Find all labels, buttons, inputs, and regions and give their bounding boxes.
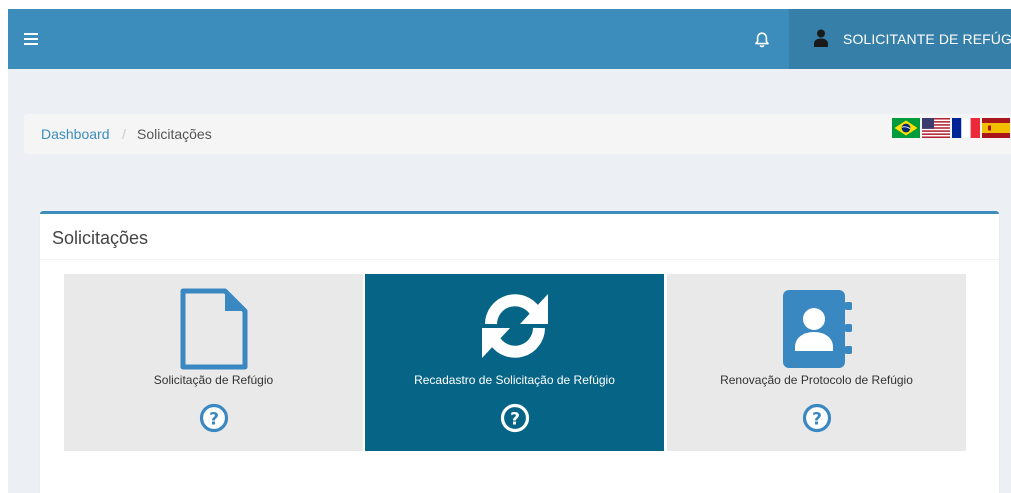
breadcrumb-dashboard-link[interactable]: Dashboard [41, 126, 110, 142]
user-name: SOLICITANTE DE REFÚGIO [843, 31, 1011, 47]
panel-header: Solicitações [40, 214, 999, 260]
top-navbar: SOLICITANTE DE REFÚGIO [8, 9, 1011, 69]
flag-brazil-icon[interactable] [892, 118, 920, 138]
tile-solicitacao-refugio[interactable]: Solicitação de Refúgio ? [64, 274, 363, 451]
tile-recadastro-solicitacao-refugio[interactable]: Recadastro de Solicitação de Refúgio ? [365, 274, 664, 451]
address-book-icon [782, 290, 852, 368]
breadcrumb-current: Solicitações [137, 126, 212, 142]
svg-text:?: ? [209, 409, 219, 429]
tile-label: Recadastro de Solicitação de Refúgio [414, 373, 615, 387]
tile-renovacao-protocolo-refugio[interactable]: Renovação de Protocolo de Refúgio ? [667, 274, 966, 451]
hamburger-icon[interactable] [24, 33, 38, 45]
flag-spain-icon[interactable] [982, 118, 1010, 138]
flag-usa-icon[interactable] [922, 118, 950, 138]
language-selector [892, 118, 1010, 138]
svg-text:?: ? [812, 409, 822, 429]
document-icon [180, 288, 247, 370]
svg-text:?: ? [510, 409, 520, 429]
tile-label: Renovação de Protocolo de Refúgio [720, 373, 913, 387]
refresh-icon [481, 294, 548, 358]
flag-france-icon[interactable] [952, 118, 980, 138]
requests-panel: Solicitações Solicitação de Refúgio ? Re… [40, 211, 999, 493]
breadcrumb: Dashboard / Solicitações [24, 114, 1011, 154]
question-circle-icon[interactable]: ? [199, 403, 229, 433]
user-menu[interactable]: SOLICITANTE DE REFÚGIO [789, 9, 1011, 69]
question-circle-icon[interactable]: ? [802, 403, 832, 433]
breadcrumb-separator: / [122, 126, 126, 142]
tile-label: Solicitação de Refúgio [153, 373, 274, 387]
question-circle-icon[interactable]: ? [500, 403, 530, 433]
panel-title: Solicitações [52, 228, 149, 248]
page: SOLICITANTE DE REFÚGIO Dashboard / Solic… [8, 9, 1011, 493]
user-icon [814, 29, 828, 47]
bell-icon[interactable] [752, 30, 772, 50]
